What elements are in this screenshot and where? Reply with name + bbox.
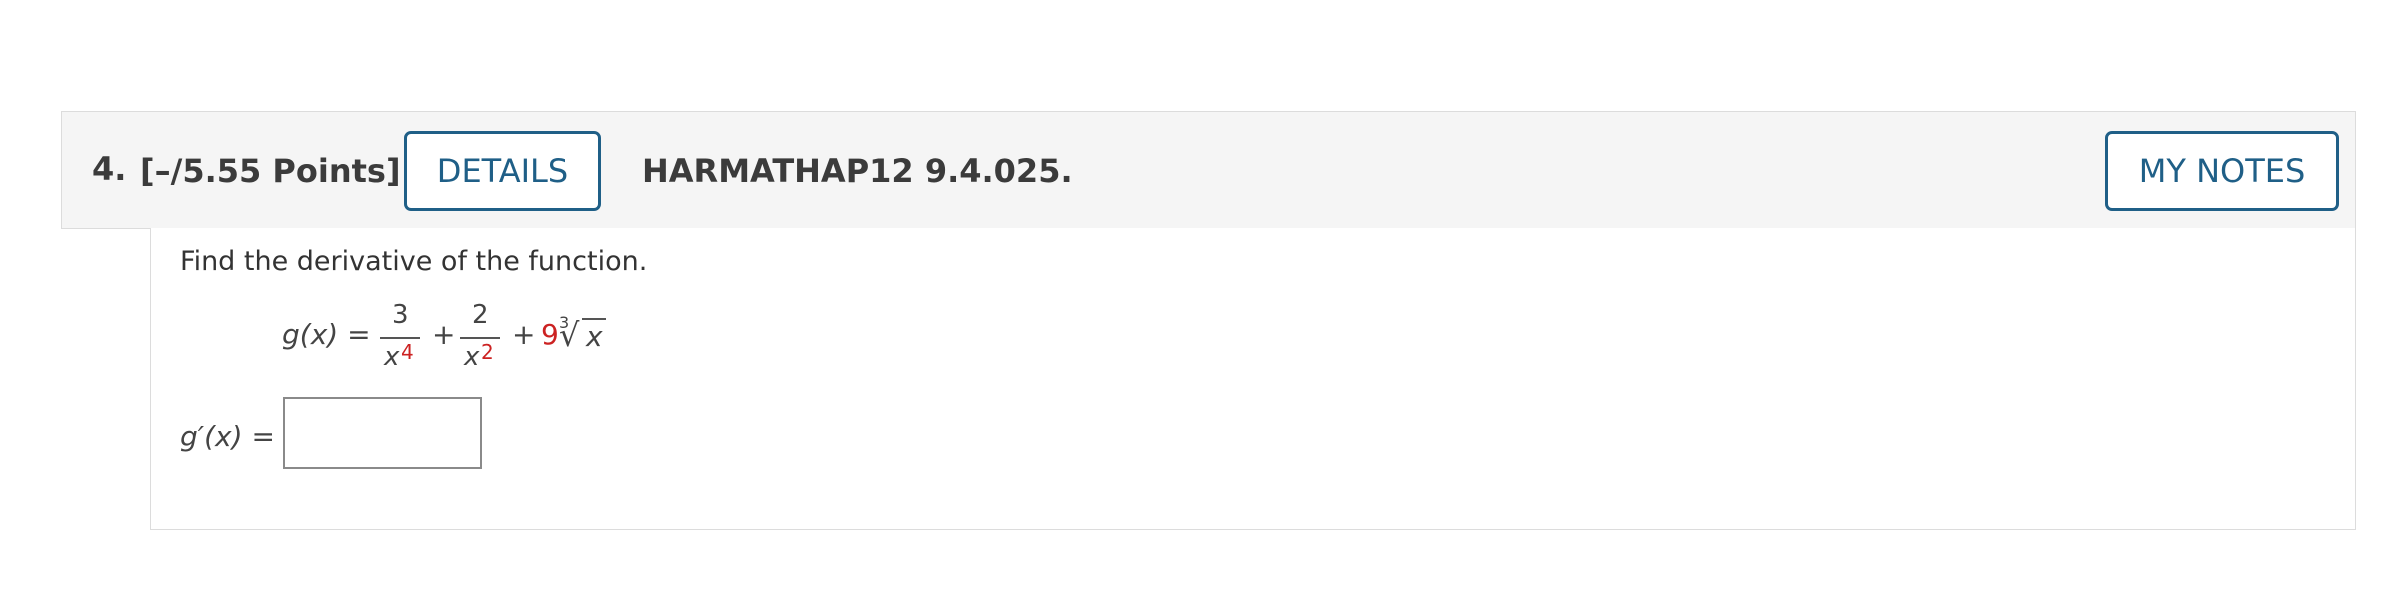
fraction-1-exponent: 4 xyxy=(401,340,414,364)
details-button[interactable]: DETAILS xyxy=(404,131,601,211)
question-header: 4. [–/5.55 Points] DETAILS HARMATHAP12 9… xyxy=(61,111,2356,229)
radicand: x xyxy=(586,320,603,353)
function-lhs: g(x) = xyxy=(282,318,371,351)
fraction-2-exponent: 2 xyxy=(481,340,494,364)
fraction-2-numerator: 2 xyxy=(472,300,489,330)
answer-input[interactable] xyxy=(283,397,482,469)
radical-sign-icon: √ xyxy=(559,316,580,354)
plus-sign-1: + xyxy=(432,318,456,351)
fraction-2-denominator: x xyxy=(464,342,480,372)
fraction-1-denominator: x xyxy=(384,342,400,372)
problem-id: HARMATHAP12 9.4.025. xyxy=(642,152,1073,190)
fraction-2-bar xyxy=(460,337,500,339)
root-coefficient: 9 xyxy=(541,318,559,351)
fraction-1-bar xyxy=(380,337,420,339)
answer-label: g′(x) = xyxy=(180,420,275,453)
fraction-1-numerator: 3 xyxy=(392,300,409,330)
question-points: [–/5.55 Points] xyxy=(140,152,401,190)
question-number: 4. xyxy=(92,150,127,188)
question-prompt: Find the derivative of the function. xyxy=(180,246,648,277)
my-notes-button[interactable]: MY NOTES xyxy=(2105,131,2339,211)
plus-sign-2: + xyxy=(512,318,536,351)
